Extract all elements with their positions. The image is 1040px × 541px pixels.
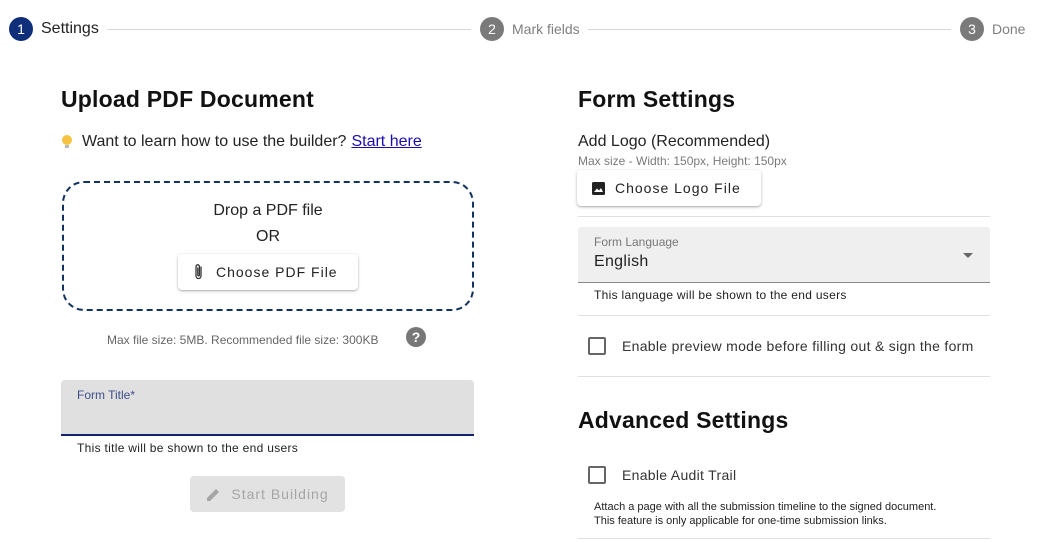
divider	[578, 538, 990, 539]
max-file-size-text: Max file size: 5MB. Recommended file siz…	[107, 333, 379, 347]
pdf-dropzone[interactable]: Drop a PDF file OR Choose PDF File	[62, 181, 474, 311]
audit-trail-label: Enable Audit Trail	[622, 467, 737, 483]
choose-logo-button[interactable]: Choose Logo File	[577, 170, 761, 206]
audit-trail-description: Attach a page with all the submission ti…	[594, 500, 936, 528]
step-connector	[588, 29, 951, 30]
logo-size-text: Max size - Width: 150px, Height: 150px	[578, 154, 787, 168]
help-icon[interactable]: ?	[406, 327, 426, 347]
step-mark-fields[interactable]: 2 Mark fields	[480, 17, 580, 41]
choose-logo-label: Choose Logo File	[615, 180, 741, 196]
form-title-helper: This title will be shown to the end user…	[77, 441, 299, 455]
step-label: Done	[992, 21, 1026, 37]
stepper: 1 Settings 2 Mark fields 3 Done	[0, 0, 1040, 60]
audit-trail-option[interactable]: Enable Audit Trail	[588, 466, 736, 484]
pencil-icon	[206, 487, 221, 502]
upload-heading: Upload PDF Document	[61, 86, 314, 112]
form-title-label: Form Title*	[77, 388, 136, 402]
form-language-helper: This language will be shown to the end u…	[594, 288, 847, 302]
preview-mode-checkbox[interactable]	[588, 337, 606, 355]
step-connector	[107, 29, 471, 30]
divider	[578, 216, 990, 217]
builder-hint: Want to learn how to use the builder? St…	[62, 133, 422, 151]
choose-pdf-button[interactable]: Choose PDF File	[178, 254, 358, 290]
hint-text: Want to learn how to use the builder?	[82, 133, 347, 150]
audit-trail-checkbox[interactable]	[588, 466, 606, 484]
lightbulb-icon	[62, 135, 72, 149]
or-text: OR	[256, 228, 280, 245]
divider	[578, 376, 990, 377]
step-number: 1	[9, 17, 33, 41]
preview-mode-option[interactable]: Enable preview mode before filling out &…	[588, 337, 974, 355]
form-language-value: English	[594, 253, 649, 270]
audit-desc-line: This feature is only applicable for one-…	[594, 515, 887, 527]
image-icon	[592, 181, 605, 195]
step-number: 3	[960, 17, 984, 41]
drop-text: Drop a PDF file	[213, 202, 323, 219]
form-language-label: Form Language	[594, 235, 679, 249]
step-label: Settings	[41, 20, 99, 37]
step-number: 2	[480, 17, 504, 41]
add-logo-label: Add Logo (Recommended)	[578, 133, 771, 150]
form-title-field[interactable]: Form Title*	[61, 380, 474, 436]
form-settings-heading: Form Settings	[578, 86, 736, 112]
audit-desc-line: Attach a page with all the submission ti…	[594, 501, 937, 513]
start-here-link[interactable]: Start here	[351, 133, 421, 151]
paperclip-icon	[192, 263, 206, 281]
advanced-settings-heading: Advanced Settings	[578, 407, 789, 433]
divider	[578, 315, 990, 316]
dropdown-arrow-icon	[963, 253, 973, 258]
step-done[interactable]: 3 Done	[960, 17, 1025, 41]
preview-mode-label: Enable preview mode before filling out &…	[622, 338, 974, 354]
step-label: Mark fields	[512, 21, 580, 37]
start-building-button[interactable]: Start Building	[190, 476, 345, 512]
form-language-select[interactable]: Form Language English	[578, 227, 990, 283]
step-settings[interactable]: 1 Settings	[9, 17, 99, 41]
start-building-label: Start Building	[231, 486, 329, 502]
choose-pdf-label: Choose PDF File	[216, 264, 338, 280]
